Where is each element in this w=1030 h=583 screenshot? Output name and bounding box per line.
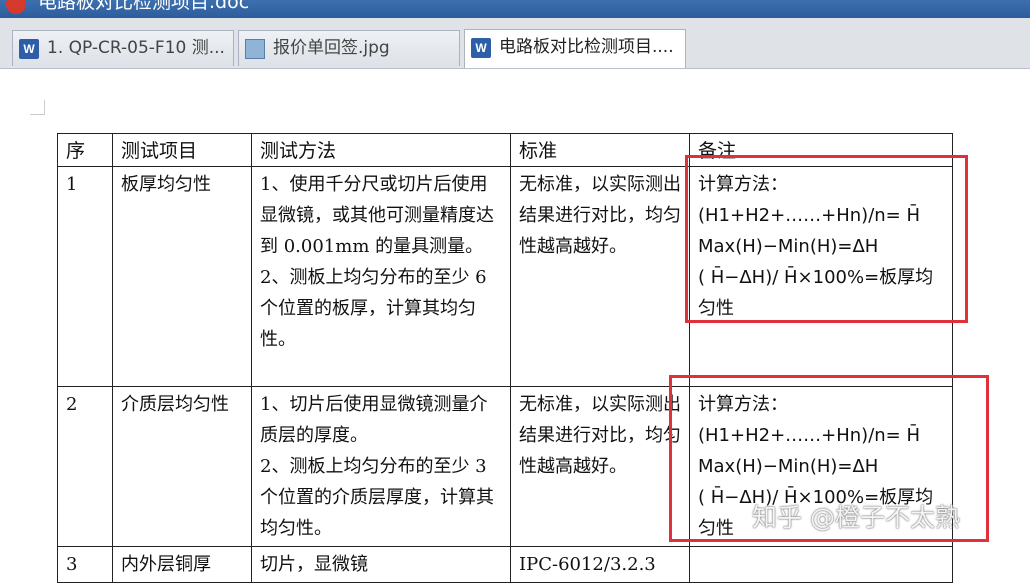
method-step: 1、切片后使用显微镜测量介质层的厚度。 [260,394,488,446]
page-margin-marker [30,100,45,115]
method-step: 2、测板上均匀分布的至少 3 个位置的介质层厚度，计算其均匀性。 [260,456,494,539]
row-standard: 无标准，以实际测出结果进行对比，均匀性越高越好。 [510,166,690,387]
window-titlebar: 电路板对比检测项目.doc [0,0,1030,18]
row-method: 切片，显微镜 [251,546,511,583]
window-title: 电路板对比检测项目.doc [38,0,250,13]
header-standard: 标准 [510,133,690,167]
header-no: 序 [57,133,113,167]
row-note [689,546,953,583]
tab-qp-cr-05[interactable]: W 1. QP-CR-05-F10 测... [12,30,234,66]
watermark: 知乎 @橙子不太熟 [752,503,960,532]
word-doc-icon: W [19,39,39,59]
document-tab-strip: W 1. QP-CR-05-F10 测... 报价单回签.jpg W 电路板对比… [0,18,1030,69]
tab-label: 1. QP-CR-05-F10 测... [47,38,225,58]
row-no: 3 [57,546,113,583]
row-item: 内外层铜厚 [112,546,252,583]
table-row: 3 内外层铜厚 切片，显微镜 IPC-6012/3.2.3 [57,546,953,583]
header-method: 测试方法 [251,133,511,167]
tab-label: 报价单回签.jpg [273,38,390,58]
row-method: 1、切片后使用显微镜测量介质层的厚度。 2、测板上均匀分布的至少 3 个位置的介… [251,386,511,547]
row-no: 2 [57,386,113,547]
tab-pcb-comparison[interactable]: W 电路板对比检测项目.... [464,29,686,68]
image-file-icon [245,39,265,59]
header-item: 测试项目 [112,133,252,167]
method-step: 1、使用千分尺或切片后使用显微镜，或其他可测量精度达到 0.001mm 的量具测… [260,174,494,257]
tab-quote-image[interactable]: 报价单回签.jpg [238,30,460,66]
word-doc-icon: W [471,38,491,58]
row-item: 板厚均匀性 [112,166,252,387]
row-method: 1、使用千分尺或切片后使用显微镜，或其他可测量精度达到 0.001mm 的量具测… [251,166,511,387]
tab-label: 电路板对比检测项目.... [499,37,674,57]
highlight-box [685,155,968,323]
row-no: 1 [57,166,113,387]
row-standard: 无标准，以实际测出结果进行对比，均匀性越高越好。 [510,386,690,547]
method-step: 2、测板上均匀分布的至少 6 个位置的板厚，计算其均匀性。 [260,267,487,350]
row-standard: IPC-6012/3.2.3 [510,546,690,583]
app-logo-icon [6,0,26,14]
row-item: 介质层均匀性 [112,386,252,547]
